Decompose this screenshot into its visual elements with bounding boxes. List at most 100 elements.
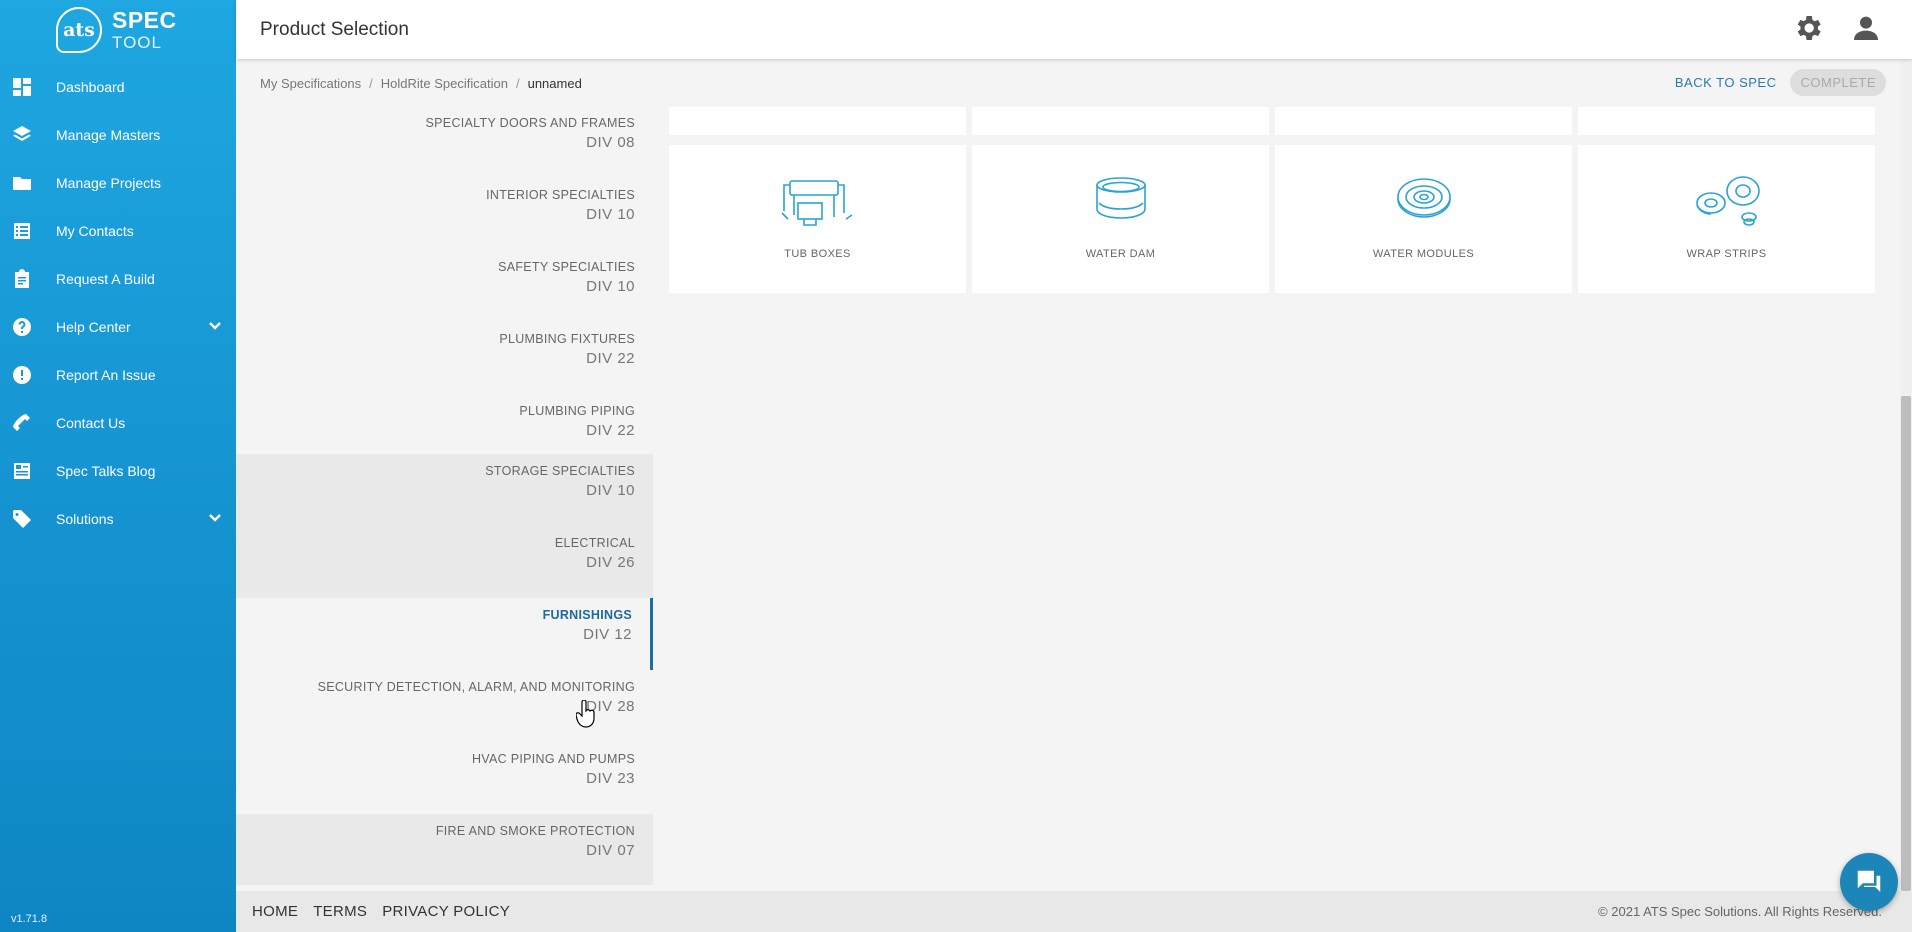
product-label: TUB BOXES: [784, 248, 851, 260]
back-to-spec-button[interactable]: BACK TO SPEC: [1675, 75, 1777, 90]
division-item-active[interactable]: FURNISHINGS DIV 12: [236, 598, 653, 670]
footer-link-home[interactable]: HOME: [252, 903, 298, 920]
help-circle-icon: [12, 317, 32, 337]
chat-button[interactable]: [1840, 853, 1898, 911]
division-code: DIV 08: [586, 134, 635, 151]
sidebar-item-label: Contact Us: [56, 415, 126, 431]
chevron-down-icon[interactable]: [208, 319, 222, 338]
division-name: HVAC PIPING AND PUMPS: [471, 752, 635, 766]
division-item[interactable]: INTERIOR SPECIALTIES DIV 10: [236, 178, 653, 250]
contacts-list-icon: [12, 221, 32, 241]
top-header: Product Selection: [236, 0, 1912, 59]
division-name: SAFETY SPECIALTIES: [498, 260, 635, 274]
division-code: DIV 22: [586, 422, 635, 439]
water-dam-icon: [1095, 177, 1146, 219]
logo-text: SPEC TOOL: [112, 6, 177, 52]
sidebar-item-label: Manage Projects: [56, 175, 162, 191]
product-card-partial[interactable]: [972, 107, 1269, 135]
division-name: SPECIALTY DOORS AND FRAMES: [425, 116, 635, 130]
division-code: DIV 12: [583, 626, 632, 643]
sidebar-item-manage-masters[interactable]: Manage Masters: [0, 111, 236, 159]
product-card-partial[interactable]: [669, 107, 966, 135]
division-code: DIV 23: [586, 770, 635, 787]
sidebar-item-label: Solutions: [56, 511, 114, 527]
sidebar-item-label: Manage Masters: [56, 127, 161, 143]
division-name: FURNISHINGS: [542, 608, 632, 622]
sidebar-item-request-a-build[interactable]: Request A Build: [0, 255, 236, 303]
product-card-water-modules[interactable]: WATER MODULES: [1275, 145, 1572, 293]
division-code: DIV 22: [586, 350, 635, 367]
logo-line-1: SPEC: [112, 6, 177, 33]
scrollbar-thumb[interactable]: [1901, 396, 1911, 891]
breadcrumb-current: unnamed: [527, 75, 582, 91]
division-code: DIV 10: [586, 278, 635, 295]
phone-icon: [12, 413, 32, 433]
sidebar-item-solutions[interactable]: Solutions: [0, 495, 236, 543]
product-label: WRAP STRIPS: [1686, 248, 1767, 260]
division-name: PLUMBING FIXTURES: [499, 332, 635, 346]
division-name: INTERIOR SPECIALTIES: [486, 188, 635, 202]
tag-icon: [12, 509, 32, 529]
sidebar-item-help-center[interactable]: Help Center: [0, 303, 236, 351]
division-item[interactable]: SPECIALTY DOORS AND FRAMES DIV 08: [236, 107, 653, 178]
product-label: WATER MODULES: [1372, 248, 1475, 260]
hand-cursor-icon: [576, 700, 595, 728]
tub-box-icon: [780, 180, 852, 226]
footer-link-privacy-policy[interactable]: PRIVACY POLICY: [382, 903, 510, 920]
logo-line-2: TOOL: [112, 32, 162, 52]
water-module-icon: [1396, 178, 1451, 218]
division-item[interactable]: HVAC PIPING AND PUMPS DIV 23: [236, 742, 653, 814]
complete-button[interactable]: COMPLETE: [1790, 69, 1886, 96]
sidebar-item-label: Dashboard: [56, 79, 125, 95]
app-logo[interactable]: ats SPEC TOOL: [0, 0, 236, 59]
user-icon[interactable]: [1850, 12, 1882, 44]
clipboard-icon: [12, 269, 32, 289]
breadcrumb-link[interactable]: My Specifications: [260, 76, 361, 91]
breadcrumb-separator: /: [369, 75, 373, 91]
division-item[interactable]: FIRE AND SMOKE PROTECTION DIV 07: [236, 814, 653, 885]
product-card-tub-boxes[interactable]: TUB BOXES: [669, 145, 966, 293]
layers-icon: [12, 125, 32, 145]
sidebar-item-report-an-issue[interactable]: Report An Issue: [0, 351, 236, 399]
division-item[interactable]: SAFETY SPECIALTIES DIV 10: [236, 250, 653, 322]
division-code: DIV 10: [586, 482, 635, 499]
page-title: Product Selection: [260, 18, 409, 40]
division-code: DIV 26: [586, 554, 635, 571]
sidebar-nav: Dashboard Manage Masters Manage Projects…: [0, 63, 236, 543]
division-list: SPECIALTY DOORS AND FRAMES DIV 08 INTERI…: [236, 107, 653, 885]
sidebar-item-my-contacts[interactable]: My Contacts: [0, 207, 236, 255]
folder-icon: [12, 173, 32, 193]
product-card-water-dam[interactable]: WATER DAM: [972, 145, 1269, 293]
logo-badge: ats: [56, 6, 102, 53]
alert-circle-icon: [12, 365, 32, 385]
sidebar: ats SPEC TOOL Dashboard Manage Masters M…: [0, 0, 236, 932]
division-name: FIRE AND SMOKE PROTECTION: [435, 824, 635, 838]
division-code: DIV 10: [586, 206, 635, 223]
division-name: STORAGE SPECIALTIES: [485, 464, 635, 478]
breadcrumb-link[interactable]: HoldRite Specification: [381, 76, 508, 91]
division-item[interactable]: PLUMBING FIXTURES DIV 22: [236, 322, 653, 394]
breadcrumb: My Specifications / HoldRite Specificati…: [260, 76, 582, 91]
sidebar-item-label: Spec Talks Blog: [56, 463, 156, 479]
chevron-down-icon[interactable]: [208, 511, 222, 530]
sidebar-item-label: Request A Build: [56, 271, 155, 287]
sidebar-item-manage-projects[interactable]: Manage Projects: [0, 159, 236, 207]
division-item[interactable]: ELECTRICAL DIV 26: [236, 526, 653, 598]
division-code: DIV 07: [586, 842, 635, 859]
footer-link-terms[interactable]: TERMS: [313, 903, 367, 920]
product-card-partial[interactable]: [1578, 107, 1875, 135]
footer: HOME TERMS PRIVACY POLICY © 2021 ATS Spe…: [236, 891, 1912, 932]
sidebar-item-label: Help Center: [56, 319, 131, 335]
product-label: WATER DAM: [1085, 248, 1156, 260]
sidebar-item-label: My Contacts: [56, 223, 134, 239]
gear-icon[interactable]: [1792, 12, 1824, 44]
product-card-partial[interactable]: [1275, 107, 1572, 135]
sidebar-item-contact-us[interactable]: Contact Us: [0, 399, 236, 447]
sidebar-item-dashboard[interactable]: Dashboard: [0, 63, 236, 111]
division-name: SECURITY DETECTION, ALARM, AND MONITORIN…: [317, 680, 635, 694]
sidebar-item-label: Report An Issue: [56, 367, 156, 383]
sidebar-item-spec-talks-blog[interactable]: Spec Talks Blog: [0, 447, 236, 495]
division-item[interactable]: STORAGE SPECIALTIES DIV 10: [236, 454, 653, 526]
product-card-wrap-strips[interactable]: WRAP STRIPS: [1578, 145, 1875, 293]
blog-icon: [12, 461, 32, 481]
